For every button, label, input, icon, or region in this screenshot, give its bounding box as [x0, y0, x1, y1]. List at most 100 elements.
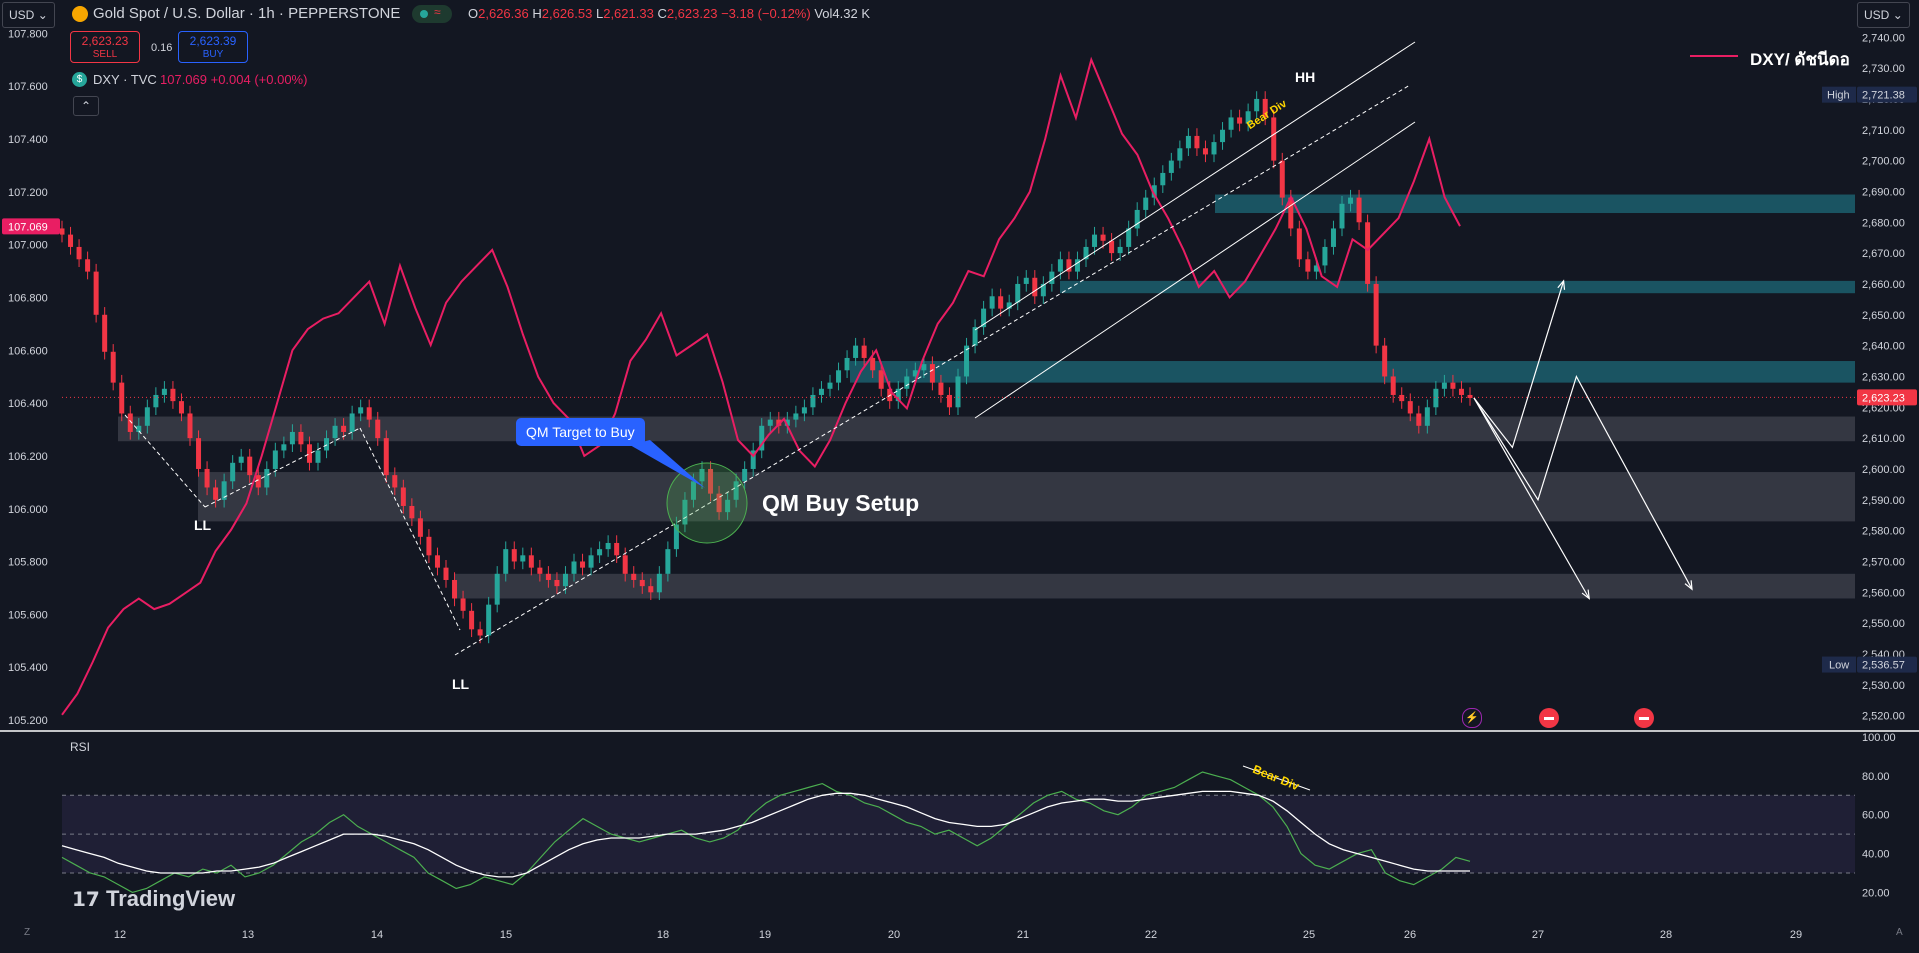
- right-axis-tick: 2,680.00: [1862, 217, 1905, 229]
- chart-root: 2,740.002,730.002,720.002,710.002,700.00…: [0, 0, 1919, 953]
- currency-select-right[interactable]: USD ⌄: [1857, 2, 1910, 28]
- candle-body: [836, 370, 842, 383]
- candle-body: [332, 425, 338, 439]
- candle-body: [230, 462, 236, 482]
- candle-body: [1015, 283, 1021, 303]
- left-axis-tick: 106.200: [8, 451, 48, 463]
- buy-button[interactable]: 2,623.39 BUY: [178, 31, 248, 63]
- candle-body: [178, 401, 184, 414]
- symbol-title[interactable]: Gold Spot / U.S. Dollar · 1h · PEPPERSTO…: [93, 5, 400, 22]
- candle-body: [861, 345, 867, 358]
- candle-body: [801, 407, 807, 414]
- candle-body: [358, 407, 364, 414]
- candle-body: [272, 450, 278, 469]
- candle-body: [1134, 209, 1140, 229]
- right-axis-tick: 2,740.00: [1862, 32, 1905, 44]
- candle-body: [196, 438, 202, 469]
- candle-body: [119, 382, 125, 414]
- dxy-series-line: [61, 56, 1461, 716]
- sell-price: 2,623.23: [81, 34, 129, 48]
- right-axis-tick: 2,590.00: [1862, 495, 1905, 507]
- candle-body: [1416, 413, 1422, 426]
- chevron-up-icon: ⌃: [80, 99, 92, 113]
- lightning-icon[interactable]: ⚡: [1462, 708, 1482, 728]
- tradingview-logo: 𝟭𝟳 TradingView: [72, 886, 236, 911]
- candle-body: [452, 579, 458, 599]
- rsi-axis-tick: 60.00: [1862, 810, 1890, 822]
- candle-body: [102, 314, 108, 352]
- right-axis-tick: 2,640.00: [1862, 341, 1905, 353]
- candle-body: [170, 388, 176, 402]
- collapse-legend-button[interactable]: ⌃: [73, 96, 99, 116]
- left-axis-tick: 107.200: [8, 187, 48, 199]
- dxy-last-badge: 107.069: [8, 221, 48, 233]
- left-axis-tick: 107.400: [8, 134, 48, 146]
- ohlc-value: 2,626.36: [478, 6, 529, 21]
- candle-body: [298, 431, 304, 445]
- candle-body: [537, 567, 543, 574]
- chevron-down-icon: ⌄: [1892, 8, 1903, 22]
- candle-body: [306, 444, 312, 463]
- us-flag-icon[interactable]: ▬: [1634, 708, 1654, 728]
- dxy-line: [61, 56, 1461, 716]
- candle-body: [383, 438, 389, 476]
- candle-body: [1339, 203, 1345, 229]
- rsi-title[interactable]: RSI: [70, 740, 90, 754]
- buy-price: 2,623.39: [189, 34, 237, 48]
- candle-body: [213, 487, 219, 500]
- buy-label: BUY: [202, 49, 224, 60]
- candle-body: [614, 542, 620, 556]
- candle-body: [1348, 197, 1354, 204]
- chart-canvas[interactable]: 2,740.002,730.002,720.002,710.002,700.00…: [0, 0, 1919, 953]
- candle-body: [1023, 277, 1029, 284]
- currency-select-left[interactable]: USD ⌄: [2, 2, 55, 28]
- candle-body: [85, 259, 91, 272]
- ohlc-value: −3.18 (−0.12%): [721, 6, 811, 21]
- x-axis-tick: 25: [1303, 929, 1315, 941]
- candle-body: [622, 555, 628, 574]
- candle-body: [938, 382, 944, 395]
- candle-body: [110, 351, 116, 383]
- candle-body: [144, 407, 150, 426]
- right-axis-tick: 2,520.00: [1862, 711, 1905, 723]
- qm-setup-label[interactable]: QM Buy Setup: [762, 490, 919, 517]
- x-axis-tick: 14: [371, 929, 383, 941]
- ohlc-key: Vol: [814, 6, 833, 21]
- price-zone: [455, 573, 1855, 599]
- legend-dxy-label: DXY/ ดัชนีดอ: [1750, 50, 1850, 69]
- candle-body: [1330, 228, 1336, 247]
- qm-target-callout[interactable]: QM Target to Buy: [516, 418, 645, 446]
- candle-body: [1407, 401, 1413, 414]
- candle-body: [1185, 135, 1191, 149]
- candle-body: [1168, 160, 1174, 173]
- z-button[interactable]: Z: [24, 927, 30, 938]
- left-axis-tick: 106.400: [8, 398, 48, 410]
- candle-body: [409, 505, 415, 519]
- spread-value: 0.16: [151, 42, 173, 54]
- x-axis-tick: 15: [500, 929, 512, 941]
- candle-body: [264, 468, 270, 488]
- x-axis-tick: 29: [1790, 929, 1802, 941]
- candle-body: [998, 296, 1004, 309]
- candle-body: [434, 555, 440, 568]
- ohlc-value: 2,621.33: [603, 6, 654, 21]
- ohlc-value: 4.32 K: [832, 6, 870, 21]
- candle-body: [1458, 388, 1464, 395]
- candle-body: [443, 567, 449, 580]
- candle-body: [460, 598, 466, 611]
- candle-body: [1441, 382, 1447, 389]
- left-axis-tick: 106.800: [8, 292, 48, 304]
- left-axis-tick: 107.600: [8, 81, 48, 93]
- candle-body: [93, 271, 99, 315]
- us-flag-icon[interactable]: ▬: [1539, 708, 1559, 728]
- market-status-badge[interactable]: ≈: [412, 5, 452, 23]
- a-button[interactable]: A: [1896, 927, 1903, 938]
- candle-body: [1382, 345, 1388, 377]
- sell-button[interactable]: 2,623.23 SELL: [70, 31, 140, 63]
- candle-body: [161, 388, 167, 395]
- candle-body: [153, 394, 159, 408]
- x-axis-tick: 21: [1017, 929, 1029, 941]
- right-axis-tick: 2,530.00: [1862, 680, 1905, 692]
- candle-body: [1211, 142, 1217, 155]
- overlay-symbol[interactable]: DXY · TVC: [93, 72, 157, 87]
